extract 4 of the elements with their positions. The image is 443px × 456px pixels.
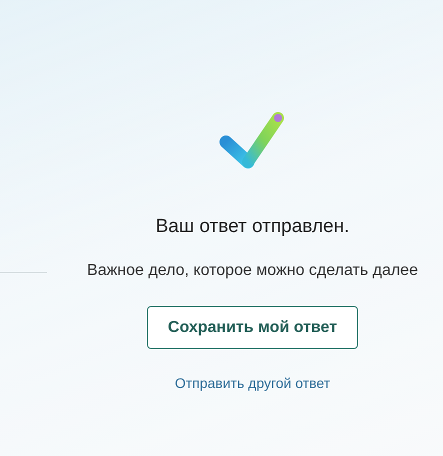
next-step-text: Важное дело, которое можно сделать далее	[87, 262, 418, 280]
submit-another-link[interactable]: Отправить другой ответ	[174, 375, 330, 391]
save-response-button[interactable]: Сохранить мой ответ	[147, 306, 358, 349]
confirmation-title: Ваш ответ отправлен.	[156, 216, 350, 238]
